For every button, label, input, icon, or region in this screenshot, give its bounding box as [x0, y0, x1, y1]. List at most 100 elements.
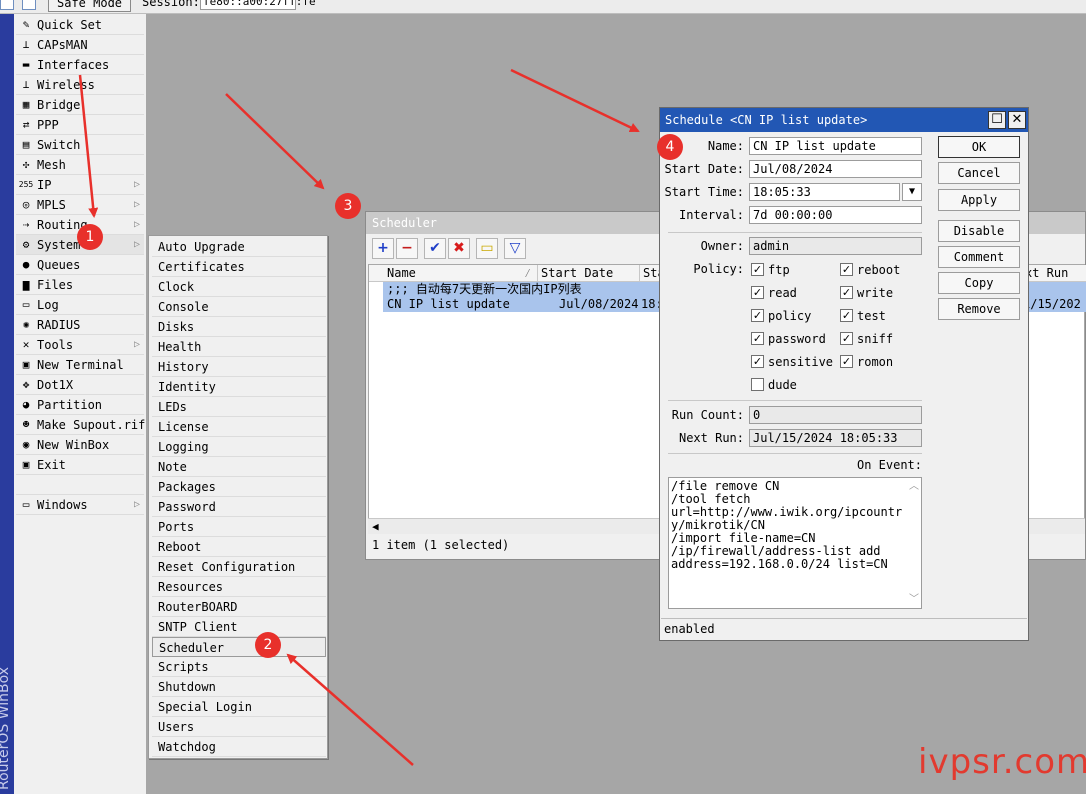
copy-button[interactable]: Copy [938, 272, 1020, 294]
menu-item-exit[interactable]: ▣ Exit [16, 455, 144, 475]
comment-button[interactable]: ▭ [476, 238, 498, 259]
menu-item-ppp[interactable]: ⇄ PPP [16, 115, 144, 135]
menu-item-files[interactable]: ▆ Files [16, 275, 144, 295]
scroll-up-icon[interactable]: ︿ [909, 480, 919, 493]
submenu-item-console[interactable]: Console [152, 297, 326, 317]
ok-button[interactable]: OK [938, 136, 1020, 158]
menu-item-make-supout-rif[interactable]: ☻ Make Supout.rif [16, 415, 145, 435]
menu-item-ip[interactable]: 255 IP ▷ [16, 175, 144, 195]
menu-item-log[interactable]: ▭ Log [16, 295, 144, 315]
submenu-item-certificates[interactable]: Certificates [152, 257, 326, 277]
session-field[interactable]: fe80::a00:27ff:fe [200, 0, 316, 10]
menu-item-tools[interactable]: ✕ Tools ▷ [16, 335, 144, 355]
annotation-badge-3: 3 [335, 193, 361, 219]
submenu-item-auto-upgrade[interactable]: Auto Upgrade [152, 237, 326, 257]
menu-item-interfaces[interactable]: ▬ Interfaces [16, 55, 144, 75]
partition-icon: ◕ [22, 398, 30, 411]
checkmark-icon[interactable]: ✓ [840, 355, 853, 368]
menu-item-bridge[interactable]: ▦ Bridge [16, 95, 144, 115]
remove-button[interactable]: − [396, 238, 418, 259]
checkmark-icon[interactable]: ✓ [751, 355, 764, 368]
disable-button[interactable]: ✖ [448, 238, 470, 259]
submenu-item-packages[interactable]: Packages [152, 477, 326, 497]
maximize-icon[interactable]: ☐ [988, 111, 1006, 129]
submenu-item-history[interactable]: History [152, 357, 326, 377]
submenu-item-logging[interactable]: Logging [152, 437, 326, 457]
menu-item-new-terminal[interactable]: ▣ New Terminal [16, 355, 144, 375]
submenu-item-reboot[interactable]: Reboot [152, 537, 326, 557]
menu-item-mesh[interactable]: ✣ Mesh [16, 155, 144, 175]
checkmark-icon[interactable]: ✓ [840, 286, 853, 299]
submenu-item-clock[interactable]: Clock [152, 277, 326, 297]
submenu-item-special-login[interactable]: Special Login [152, 697, 326, 717]
run-count-field: 0 [749, 406, 922, 424]
start-time-field[interactable]: 18:05:33 [749, 183, 900, 201]
submenu-item-sntp-client[interactable]: SNTP Client [152, 617, 326, 637]
submenu-item-password[interactable]: Password [152, 497, 326, 517]
submenu-item-resources[interactable]: Resources [152, 577, 326, 597]
menu-item-dot1x[interactable]: ✥ Dot1X [16, 375, 144, 395]
scroll-left-icon[interactable]: ◀ [372, 519, 379, 535]
disable-button[interactable]: Disable [938, 220, 1020, 242]
menu-item-switch[interactable]: ▤ Switch [16, 135, 144, 155]
undo-button[interactable] [0, 0, 14, 10]
scroll-down-icon[interactable]: ﹀ [909, 593, 919, 606]
start-date-field[interactable]: Jul/08/2024 [749, 160, 922, 178]
checkmark-icon[interactable]: ✓ [840, 309, 853, 322]
safe-mode-button[interactable]: Safe Mode [48, 0, 132, 12]
menu-item-new-winbox[interactable]: ◉ New WinBox [16, 435, 144, 455]
submenu-item-users[interactable]: Users [152, 717, 326, 737]
menu-item-windows[interactable]: ▭ Windows ▷ [16, 495, 144, 515]
annotation-badge-2: 2 [255, 632, 281, 658]
submenu-item-reset-configuration[interactable]: Reset Configuration [152, 557, 326, 577]
submenu-item-ports[interactable]: Ports [152, 517, 326, 537]
close-icon[interactable]: ✕ [1008, 111, 1026, 129]
submenu-item-health[interactable]: Health [152, 337, 326, 357]
checkmark-icon[interactable]: ✓ [751, 263, 764, 276]
submenu-item-scheduler[interactable]: Scheduler [152, 637, 326, 657]
checkmark-icon[interactable]: ✓ [751, 286, 764, 299]
checkmark-icon[interactable]: ✓ [840, 332, 853, 345]
redo-button[interactable] [22, 0, 36, 10]
col-next-run[interactable]: xt Run [1025, 265, 1068, 281]
menu-item-partition[interactable]: ◕ Partition [16, 395, 144, 415]
menu-item-capsman[interactable]: ⊥ CAPsMAN [16, 35, 144, 55]
cancel-button[interactable]: Cancel [938, 162, 1020, 184]
interval-field[interactable]: 7d 00:00:00 [749, 206, 922, 224]
submenu-item-leds[interactable]: LEDs [152, 397, 326, 417]
checkmark-icon[interactable]: ✓ [840, 263, 853, 276]
menu-item-quick-set[interactable]: ✎ Quick Set [16, 15, 144, 35]
dialog-title[interactable]: Schedule <CN IP list update> [660, 108, 1028, 132]
policy-label: password [768, 332, 826, 346]
interval-label: Interval: [678, 208, 744, 222]
main-menu: ✎ Quick Set ⊥ CAPsMAN ▬ Interfaces ⊥ Wireless ▦ B… [14, 14, 146, 794]
col-name[interactable]: Name [387, 265, 416, 281]
submenu-item-identity[interactable]: Identity [152, 377, 326, 397]
submenu-item-disks[interactable]: Disks [152, 317, 326, 337]
name-field[interactable]: CN IP list update [749, 137, 922, 155]
col-start-date[interactable]: Start Date [541, 265, 613, 281]
checkmark-icon[interactable]: ✓ [751, 332, 764, 345]
start-time-dropdown-icon[interactable]: ▼ [902, 183, 922, 201]
enable-button[interactable]: ✔ [424, 238, 446, 259]
submenu-item-license[interactable]: License [152, 417, 326, 437]
submenu-item-routerboard[interactable]: RouterBOARD [152, 597, 326, 617]
submenu-item-shutdown[interactable]: Shutdown [152, 677, 326, 697]
add-button[interactable]: + [372, 238, 394, 259]
apply-button[interactable]: Apply [938, 189, 1020, 211]
comment-button[interactable]: Comment [938, 246, 1020, 268]
checkbox-empty[interactable] [751, 378, 764, 391]
remove-button[interactable]: Remove [938, 298, 1020, 320]
menu-item-queues[interactable]: ● Queues [16, 255, 144, 275]
checkmark-icon[interactable]: ✓ [751, 309, 764, 322]
submenu-item-scripts[interactable]: Scripts [152, 657, 326, 677]
submenu-item-watchdog[interactable]: Watchdog [152, 737, 326, 757]
menu-item-mpls[interactable]: ◎ MPLS ▷ [16, 195, 144, 215]
menu-item-label: RADIUS [37, 318, 81, 332]
menu-item-label: IP [37, 178, 52, 192]
filter-button[interactable]: ▽ [504, 238, 526, 259]
submenu-item-note[interactable]: Note [152, 457, 326, 477]
menu-item-wireless[interactable]: ⊥ Wireless [16, 75, 144, 95]
on-event-textarea[interactable]: /file remove CN/tool fetch url=http://www… [668, 477, 922, 609]
menu-item-radius[interactable]: ✺ RADIUS [16, 315, 144, 335]
